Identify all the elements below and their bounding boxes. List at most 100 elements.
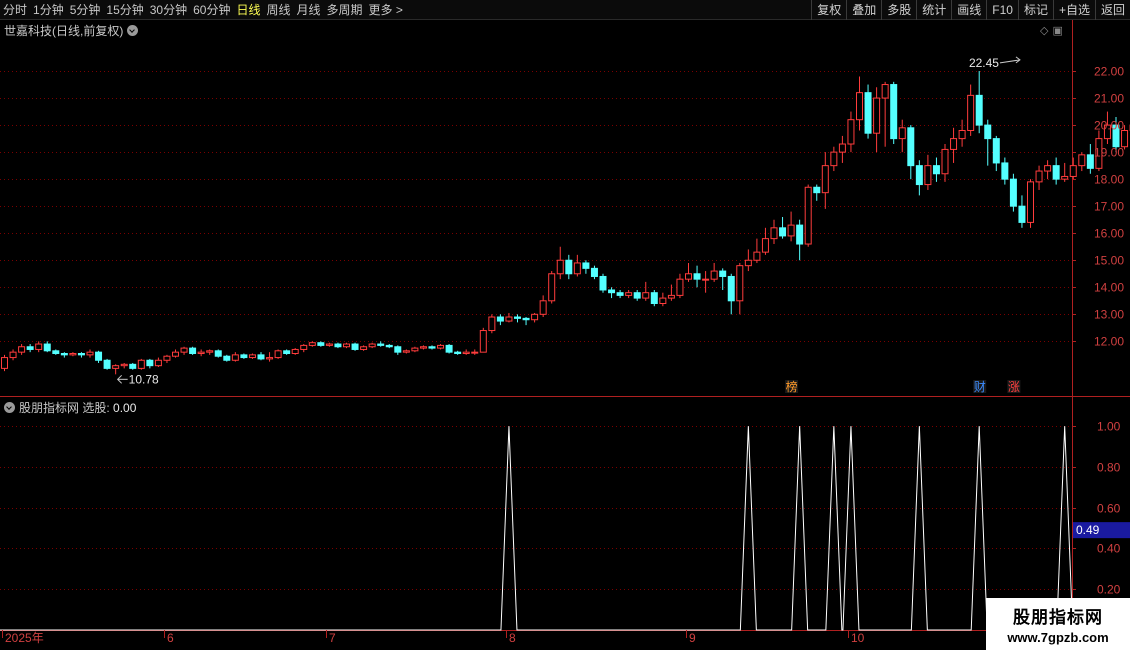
price-tick-label: 19.00 [1094, 146, 1124, 160]
period-tab-10[interactable]: 更多 > [366, 0, 406, 20]
period-tab-1[interactable]: 1分钟 [30, 0, 67, 20]
chevron-down-icon[interactable] [4, 402, 15, 413]
date-tick-label: 7 [329, 631, 336, 645]
tool-button-7[interactable]: +自选 [1052, 0, 1095, 20]
candle-up [154, 359, 162, 367]
period-tab-7[interactable]: 周线 [263, 0, 293, 20]
candle-down [189, 347, 197, 355]
candle-down [890, 84, 898, 140]
candle-up [787, 224, 795, 237]
price-tick-label: 14.00 [1094, 281, 1124, 295]
cursor-value-label: 0.49 [1076, 523, 1100, 537]
candle-up [462, 351, 470, 355]
candle-up [231, 354, 239, 361]
candle-down [283, 350, 291, 355]
candle-up [274, 350, 282, 359]
period-tab-4[interactable]: 30分钟 [147, 0, 190, 20]
tool-button-2[interactable]: 多股 [881, 0, 916, 20]
candle-down [565, 259, 573, 275]
candle-up [360, 346, 368, 350]
stock-title: 世嘉科技(日线,前复权) [4, 24, 124, 38]
candle-up [676, 278, 684, 296]
period-tabs: 分时 1分钟 5分钟 15分钟 30分钟 60分钟 日线 周线 月线 多周期 更多 > [0, 0, 406, 20]
candle-up [881, 84, 889, 99]
date-tick-label: 2025年 [5, 631, 44, 645]
window-icon[interactable]: ▣ [1052, 25, 1062, 37]
candle-down [1086, 154, 1094, 169]
candle-down [932, 165, 940, 175]
candle-down [334, 343, 342, 348]
candle-up [830, 151, 838, 167]
candle-down [351, 343, 359, 350]
period-tab-3[interactable]: 15分钟 [103, 0, 146, 20]
candle-down [608, 289, 616, 294]
period-tab-5[interactable]: 60分钟 [190, 0, 233, 20]
candle-down [633, 292, 641, 299]
chevron-down-icon[interactable] [127, 25, 139, 36]
candle-down [1052, 165, 1060, 180]
candle-down [77, 353, 85, 356]
chart-background [0, 20, 1130, 650]
candle-up [180, 347, 188, 353]
candle-up [1044, 165, 1052, 172]
candle-down [907, 127, 915, 167]
period-tab-9[interactable]: 多周期 [324, 0, 366, 20]
candle-down [693, 273, 701, 280]
candle-down [26, 346, 34, 350]
candle-up [471, 351, 479, 354]
price-tick-label: 18.00 [1094, 173, 1124, 187]
candle-up [1061, 175, 1069, 180]
candle-up [411, 347, 419, 352]
candle-down [428, 346, 436, 349]
candle-up [770, 227, 778, 240]
candle-up [1069, 165, 1077, 177]
period-toolbar: 分时 1分钟 5分钟 15分钟 30分钟 60分钟 日线 周线 月线 多周期 更多 > 复权 叠加 多股… [0, 0, 1130, 20]
kline-chart[interactable]: 12.00 13.00 14.00 15.00 16.00 17.00 18.00 19.00… [0, 20, 1130, 650]
candle-up [479, 330, 487, 353]
period-tab-6[interactable]: 日线 [233, 0, 263, 20]
signal-tick-label: 0.20 [1097, 583, 1121, 597]
period-tab-0[interactable]: 分时 [0, 0, 30, 20]
candle-up [950, 138, 958, 150]
candle-up [86, 351, 94, 356]
candle-up [402, 350, 410, 353]
candle-up [325, 343, 333, 346]
candle-up [736, 265, 744, 302]
site-watermark: 股朋指标网 www.7gpzb.com [986, 598, 1130, 650]
candle-up [642, 292, 650, 299]
tool-button-1[interactable]: 叠加 [846, 0, 881, 20]
candle-down [514, 316, 521, 319]
indicator-value: 0.00 [113, 401, 137, 415]
candle-up [120, 363, 128, 367]
candle-down [129, 363, 137, 369]
tool-button-4[interactable]: 画线 [951, 0, 986, 20]
candle-up [753, 251, 761, 261]
tool-button-5[interactable]: F10 [986, 0, 1018, 20]
candle-up [924, 165, 932, 186]
candle-up [856, 92, 863, 121]
candle-down [590, 267, 598, 277]
period-tab-8[interactable]: 月线 [294, 0, 324, 20]
tool-button-8[interactable]: 返回 [1094, 0, 1130, 20]
diamond-icon[interactable]: ◇ [1040, 25, 1048, 37]
price-tick-label: 16.00 [1094, 227, 1124, 241]
candle-up [1078, 154, 1086, 167]
candle-up [873, 97, 881, 134]
candle-down [1009, 178, 1017, 207]
main-panel-title: 世嘉科技(日线,前复权) [4, 22, 139, 39]
candle-up [18, 346, 26, 353]
tool-button-3[interactable]: 统计 [916, 0, 951, 20]
candle-up [531, 313, 539, 321]
tool-button-6[interactable]: 标记 [1017, 0, 1053, 20]
tool-button-0[interactable]: 复权 [811, 0, 846, 20]
candle-up [898, 127, 906, 140]
candle-down [599, 275, 607, 291]
candle-up [1027, 181, 1034, 223]
candle-up [685, 273, 692, 280]
candle-up [368, 343, 376, 348]
period-tab-2[interactable]: 5分钟 [67, 0, 104, 20]
signal-tick-label: 0.40 [1097, 542, 1121, 556]
candle-up [291, 348, 299, 355]
price-tick-label: 17.00 [1094, 200, 1124, 214]
candle-down [719, 270, 727, 277]
